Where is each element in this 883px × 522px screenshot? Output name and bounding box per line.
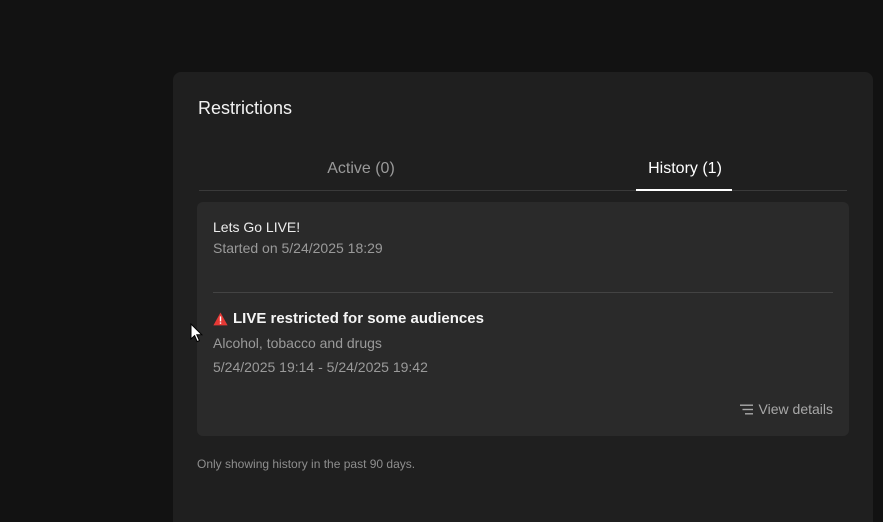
- view-details-button[interactable]: View details: [739, 401, 833, 417]
- mouse-cursor-icon: [190, 323, 204, 343]
- live-started-time: Started on 5/24/2025 18:29: [213, 240, 383, 256]
- restriction-time-range: 5/24/2025 19:14 - 5/24/2025 19:42: [213, 359, 428, 375]
- tab-active[interactable]: Active (0): [199, 148, 523, 190]
- page: Restrictions Active (0) History (1) Lets…: [0, 0, 883, 522]
- restriction-category: Alcohol, tobacco and drugs: [213, 335, 382, 351]
- tab-history-label: History (1): [648, 160, 722, 177]
- panel-title: Restrictions: [198, 98, 293, 118]
- view-details-label: View details: [758, 401, 833, 417]
- tab-bar: Active (0) History (1): [199, 148, 847, 191]
- restrictions-panel: Restrictions Active (0) History (1) Lets…: [173, 72, 873, 522]
- active-tab-indicator: [636, 189, 732, 191]
- history-footnote: Only showing history in the past 90 days…: [197, 457, 416, 471]
- tab-history[interactable]: History (1): [523, 148, 847, 191]
- live-title: Lets Go LIVE!: [213, 219, 301, 235]
- restriction-title: LIVE restricted for some audiences: [233, 310, 484, 327]
- details-list-icon: [739, 404, 753, 414]
- history-card: Lets Go LIVE! Started on 5/24/2025 18:29…: [197, 202, 849, 436]
- tab-active-label: Active (0): [327, 160, 395, 177]
- warning-triangle-icon: [213, 312, 228, 325]
- divider: [213, 292, 833, 293]
- restriction-heading: LIVE restricted for some audiences: [213, 310, 484, 327]
